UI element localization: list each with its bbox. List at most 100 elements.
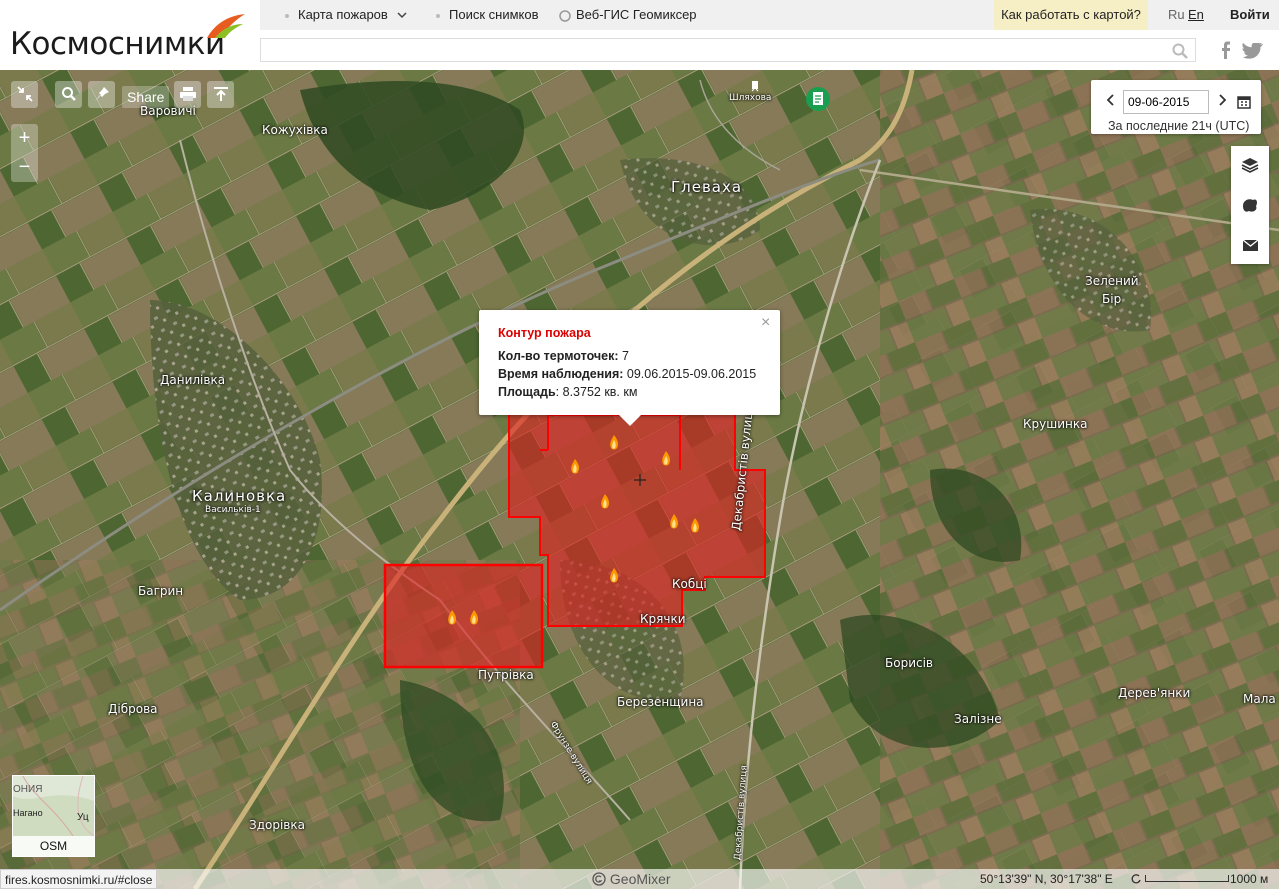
chevron-right-icon[interactable] [1217,94,1227,106]
area-value: : 8.3752 кв. км [555,385,638,399]
document-marker-icon[interactable] [805,86,831,112]
place-label: Калиновка [192,487,287,505]
nav-search-images[interactable]: Поиск снимков [436,0,538,30]
brand-name: Космоснимки [10,26,225,62]
refresh-icon[interactable] [1130,873,1142,885]
close-icon[interactable]: × [761,314,770,332]
minimap-text: ОНИЯ [13,784,43,795]
zoom-out-button[interactable]: − [11,153,38,182]
nav-fires-map-label: Карта пожаров [298,7,388,22]
how-to-link[interactable]: Как работать с картой? [994,0,1148,30]
layers-button[interactable] [1231,146,1269,184]
area-label: Площадь [498,385,556,399]
fire-hotspot-icon[interactable] [610,435,618,450]
zoom-in-button[interactable]: + [11,124,38,153]
fire-hotspot-icon[interactable] [448,610,456,625]
nav-fires-map[interactable]: Карта пожаров [285,0,407,30]
search-icon[interactable] [1172,43,1188,59]
export-button[interactable] [207,81,234,108]
nav-web-gis[interactable]: Веб-ГИС Геомиксер [558,0,697,30]
fire-hotspot-icon[interactable] [662,451,670,466]
fire-hotspot-icon[interactable] [670,514,678,529]
time-value: 09.06.2015-09.06.2015 [626,367,757,381]
date-input[interactable] [1123,90,1209,114]
nav-search-images-label: Поиск снимков [449,7,539,22]
fire-hotspot-icon[interactable] [691,518,699,533]
place-label: Мала Б [1243,692,1279,706]
time-label: Время наблюдения: [498,367,624,381]
zoom-control: + − [11,124,38,182]
nav-web-gis-label: Веб-ГИС Геомиксер [576,7,697,22]
print-button[interactable] [174,81,201,108]
map-search-button[interactable] [55,81,82,108]
lang-ru[interactable]: Ru [1168,0,1185,30]
bullet-icon [436,13,440,18]
place-label: Здорівка [249,818,305,832]
place-label: Березенщина [617,695,704,709]
draw-button[interactable] [1231,186,1269,224]
fire-info-popup: Контур пожара × Кол-во термоточек: 7 Вре… [479,310,780,426]
place-label: Багрин [138,584,184,598]
chevron-down-icon [397,12,407,19]
fire-hotspot-icon[interactable] [470,610,478,625]
lang-en[interactable]: En [1188,0,1204,30]
place-label: Борисів [885,656,933,670]
place-label: Крячки [640,612,686,626]
place-label: Глеваха [671,178,743,196]
fire-hotspot-icon[interactable] [601,494,609,509]
minimap[interactable]: ОНИЯ Нагано Уц OSM [12,775,95,857]
place-label: Васильків-1 [205,505,261,515]
envelope-icon [1242,239,1259,251]
place-label: Шляхова [729,93,772,103]
place-label: Залізне [954,712,1002,726]
collapse-icon [16,86,33,102]
minimap-text: Уц [77,812,89,823]
share-button[interactable]: Share [122,86,170,108]
pin-icon [94,87,109,101]
popup-title: Контур пожара [498,326,591,340]
login-link[interactable]: Войти [1230,0,1270,30]
place-label: Кобці [672,577,707,591]
place-label: Крушинка [1023,417,1088,431]
place-label: Діброва [108,702,158,716]
right-toolbar [1231,146,1269,264]
date-panel: За последние 21ч (UTC) [1091,80,1261,134]
app-header: Космоснимки Карта пожаров Поиск снимков … [0,0,1279,70]
geomixer-icon [559,9,571,22]
twitter-icon[interactable] [1242,43,1264,59]
place-label: Данилівка [160,373,226,387]
facebook-icon[interactable] [1219,41,1231,59]
shape-icon [1243,199,1257,212]
hotspots-label: Кол-во термоточек: [498,349,619,363]
minimap-text: Нагано [13,808,43,818]
search-input[interactable] [260,38,1196,62]
minimap-label: OSM [13,836,94,856]
logo-leaf-icon [207,14,245,38]
chevron-left-icon[interactable] [1106,94,1116,106]
logo[interactable]: Космоснимки [0,0,260,70]
status-url: fires.kosmosnimki.ru/#close [0,869,158,889]
hotspots-layer [448,435,699,625]
hotspots-value: 7 [622,349,629,363]
scale-bar [1145,875,1229,882]
popup-time-row: Время наблюдения: 09.06.2015-09.06.2015 [498,367,756,381]
print-icon [179,87,196,101]
date-range-text: За последние 21ч (UTC) [1108,119,1250,133]
popup-area-row: Площадь: 8.3752 кв. км [498,385,637,399]
upload-icon [213,87,228,101]
scale-label: 1000 м [1230,872,1269,886]
geomixer-label: GeoMixer [609,871,671,887]
fullscreen-button[interactable] [11,81,38,108]
place-label: Дерев'янки [1118,686,1191,700]
geomixer-attribution[interactable]: GeoMixer [592,870,671,888]
map-canvas[interactable]: Варовичі Кожухівка Шляхова Глеваха Зелен… [0,70,1279,889]
coordinates-readout[interactable]: 50°13'39" N, 30°17'38" E [980,870,1113,888]
email-button[interactable] [1231,226,1269,264]
place-label: Бір [1102,292,1122,306]
search-icon [61,87,76,101]
fire-hotspot-icon[interactable] [571,459,579,474]
bullet-icon [285,13,289,18]
pin-button[interactable] [88,81,115,108]
fire-hotspot-icon[interactable] [610,568,618,583]
calendar-icon[interactable] [1237,95,1251,109]
